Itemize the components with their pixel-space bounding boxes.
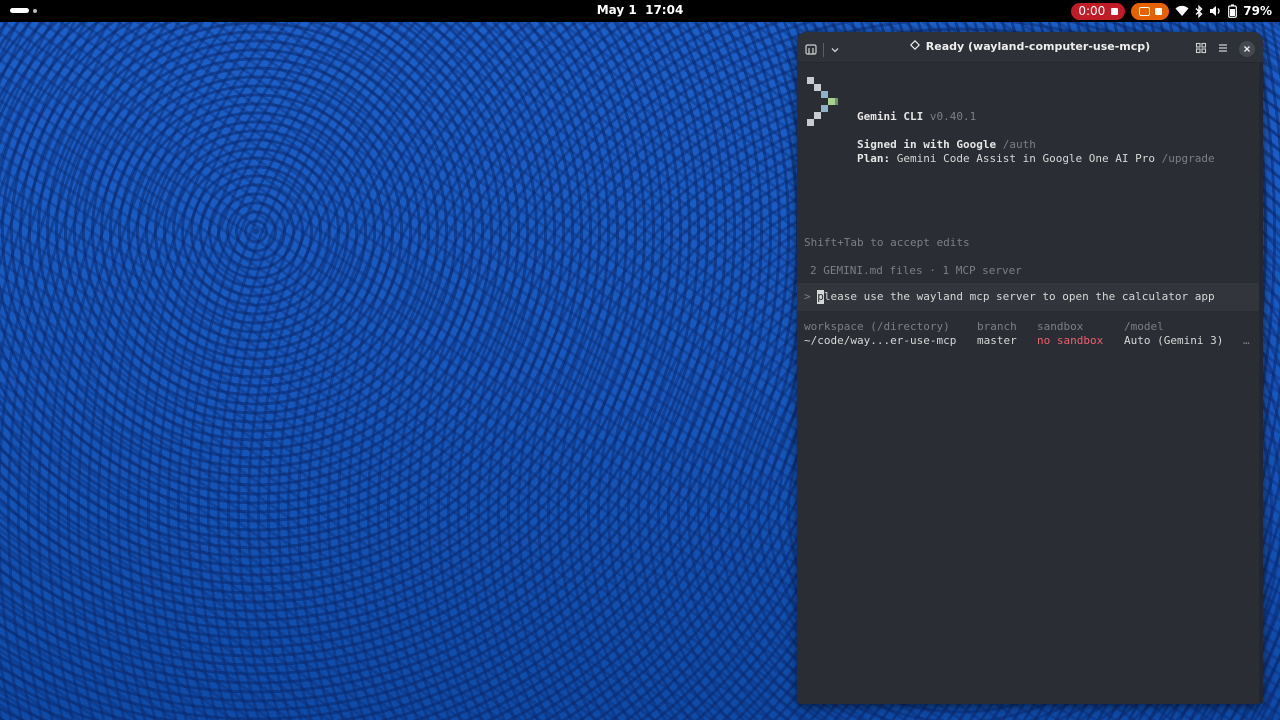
window-titlebar[interactable]: Ready (wayland-computer-use-mcp) — [797, 32, 1263, 63]
prompt-input-row[interactable]: > please use the wayland mcp server to o… — [797, 283, 1259, 311]
footer-workspace-value: ~/code/way...er-use-mcp — [804, 334, 957, 347]
close-button[interactable] — [1239, 40, 1255, 57]
stop-share-icon — [1154, 7, 1162, 15]
screen-share-indicator[interactable] — [1131, 2, 1170, 20]
context-summary: 2 GEMINI.md files · 1 MCP server — [810, 264, 1022, 277]
upgrade-command: /upgrade — [1161, 152, 1215, 165]
clock-time: 17:04 — [645, 3, 684, 17]
app-header-line: Gemini CLI v0.40.1 — [857, 110, 976, 124]
gemini-logo-icon — [807, 77, 841, 132]
titlebar-right-controls — [1195, 39, 1255, 58]
workspace-inactive-indicator — [33, 8, 37, 13]
window-title: Ready (wayland-computer-use-mcp) — [797, 39, 1263, 53]
auth-command: /auth — [1002, 138, 1036, 151]
workspace-active-indicator — [10, 8, 29, 13]
recording-time: 0:00 — [1078, 4, 1106, 18]
prompt-input[interactable]: > please use the wayland mcp server to o… — [804, 290, 1215, 304]
top-bar: May 1 17:04 0:00 79% — [0, 0, 1280, 22]
footer-workspace-label: workspace (/directory) — [804, 320, 950, 333]
plan-value: Gemini Code Assist in Google One AI Pro — [896, 152, 1156, 165]
system-tray: 0:00 79% — [1071, 2, 1272, 20]
terminal-content[interactable]: Gemini CLI v0.40.1 Signed in with Google… — [797, 63, 1263, 704]
app-name: Gemini CLI — [857, 110, 924, 123]
chevron-down-icon[interactable] — [830, 40, 840, 59]
signin-line: Signed in with Google /auth — [857, 138, 1036, 152]
activities-indicator[interactable] — [10, 8, 37, 13]
screen-recording-indicator[interactable]: 0:00 — [1071, 2, 1126, 20]
window-title-text: Ready (wayland-computer-use-mcp) — [925, 40, 1151, 53]
hamburger-menu-icon[interactable] — [1217, 39, 1229, 58]
footer-model-label: /model — [1124, 320, 1164, 333]
plan-label: Plan: — [857, 152, 891, 165]
hint-line: Shift+Tab to accept edits — [804, 236, 970, 249]
text-cursor: p — [817, 290, 824, 304]
footer-sandbox-value: no sandbox — [1037, 334, 1104, 347]
titlebar-left-controls — [805, 40, 840, 59]
plan-line: Plan: Gemini Code Assist in Google One A… — [857, 152, 1215, 166]
titlebar-separator — [823, 42, 824, 57]
footer-ellipsis: … — [1243, 334, 1250, 347]
window-right-edge — [1259, 63, 1263, 704]
close-icon — [1244, 45, 1250, 52]
prompt-text: lease use the wayland mcp server to open… — [823, 290, 1215, 303]
footer-branch-value: master — [977, 334, 1017, 347]
terminal-window[interactable]: Ready (wayland-computer-use-mcp) Gemini … — [797, 32, 1263, 704]
signin-text: Signed in with Google — [857, 138, 997, 151]
screencast-icon — [1138, 6, 1150, 16]
clock-date: May 1 — [596, 3, 637, 17]
footer-model-value: Auto (Gemini 3) — [1124, 334, 1224, 347]
stop-recording-icon — [1111, 7, 1119, 15]
battery-percentage: 79% — [1243, 4, 1272, 18]
battery-icon[interactable] — [1228, 4, 1238, 18]
tab-overview-icon[interactable] — [1195, 39, 1207, 58]
status-diamond-icon — [909, 39, 920, 53]
volume-icon[interactable] — [1209, 5, 1222, 17]
bluetooth-icon[interactable] — [1195, 4, 1203, 18]
prompt-symbol: > — [804, 290, 811, 303]
clock-button[interactable]: May 1 17:04 — [597, 3, 684, 17]
footer-sandbox-label: sandbox — [1037, 320, 1084, 333]
new-tab-icon[interactable] — [805, 40, 817, 59]
wifi-icon[interactable] — [1175, 5, 1189, 17]
app-version: v0.40.1 — [929, 110, 977, 123]
footer-branch-label: branch — [977, 320, 1017, 333]
